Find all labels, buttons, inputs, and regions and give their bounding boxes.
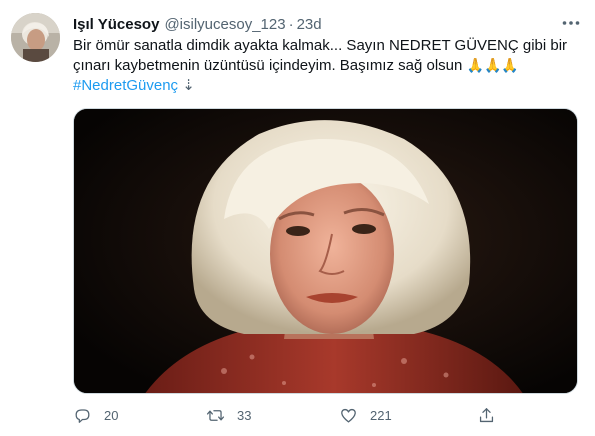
reply-count: 20 xyxy=(104,407,119,423)
tweet-text: Bir ömür sanatla dimdik ayakta kalmak...… xyxy=(73,36,568,96)
like-count: 221 xyxy=(370,407,392,423)
separator-dot: · xyxy=(288,15,294,33)
down-arrow-emoji: ⇣ xyxy=(182,77,195,94)
author-name[interactable]: Işıl Yücesoy xyxy=(73,16,159,33)
tweet-text-line-3: #NedretGüvenç ⇣ xyxy=(73,76,553,96)
share-icon xyxy=(479,407,494,422)
tweet-text-line-2: çınarı kaybetmenin üzüntüsü içindeyim. B… xyxy=(73,56,553,76)
heart-icon xyxy=(341,408,356,422)
portrait-photo xyxy=(74,109,577,393)
more-horizontal-icon xyxy=(562,21,580,25)
tweet-text-line-1: Bir ömür sanatla dimdik ayakta kalmak...… xyxy=(73,37,568,54)
tweet-text-line-2-body: çınarı kaybetmenin üzüntüsü içindeyim. B… xyxy=(73,57,463,74)
hashtag-link[interactable]: #NedretGüvenç xyxy=(73,77,178,94)
avatar-image xyxy=(11,13,60,62)
share-button[interactable] xyxy=(477,404,496,426)
tweet-timestamp[interactable]: 23d xyxy=(297,16,322,33)
pray-emoji: 🙏🙏🙏 xyxy=(466,58,519,74)
reply-icon xyxy=(75,408,90,423)
retweet-button[interactable]: 33 xyxy=(206,404,251,426)
author-handle[interactable]: @isilyucesoy_123 xyxy=(164,16,285,33)
tweet-media-image[interactable] xyxy=(73,108,578,394)
tweet-header: Işıl Yücesoy @isilyucesoy_123 · 23d xyxy=(73,14,322,34)
avatar[interactable] xyxy=(11,13,60,62)
reply-button[interactable]: 20 xyxy=(73,404,118,426)
more-options-button[interactable] xyxy=(560,14,582,32)
like-button[interactable]: 221 xyxy=(339,404,392,426)
retweet-count: 33 xyxy=(237,407,252,423)
tweet-card[interactable]: Işıl Yücesoy @isilyucesoy_123 · 23d Bir … xyxy=(0,0,595,436)
retweet-icon xyxy=(206,409,225,421)
tweet-actions: 20 33 221 xyxy=(73,404,543,426)
